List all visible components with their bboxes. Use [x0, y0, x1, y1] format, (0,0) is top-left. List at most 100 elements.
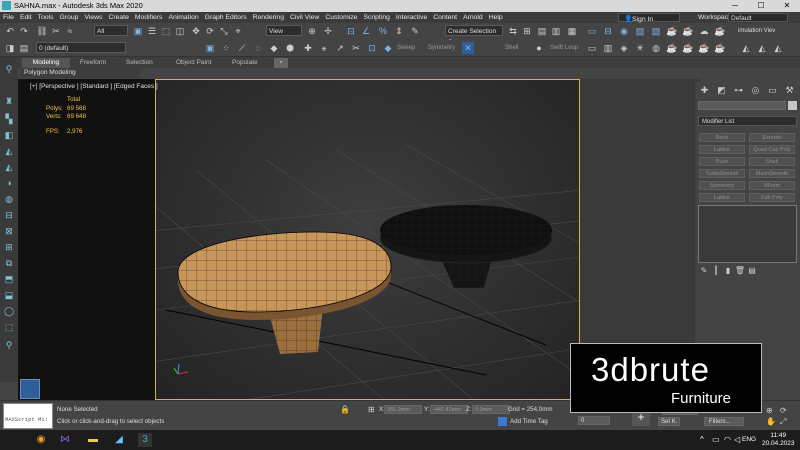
maximize-viewport-icon[interactable]: ⤢: [780, 417, 786, 427]
menu-views[interactable]: Views: [81, 12, 105, 23]
track-view-icon[interactable]: ▥: [602, 42, 614, 54]
show-end-result-icon[interactable]: ┃: [710, 266, 722, 275]
modifier-list-dropdown[interactable]: Modifier List: [698, 116, 797, 126]
minimize-button[interactable]: ─: [722, 0, 748, 12]
select-place-icon[interactable]: ⌖: [232, 25, 244, 37]
perspective-viewport[interactable]: [155, 79, 580, 400]
modifier-meshsmooth-button[interactable]: MeshSmooth: [749, 169, 795, 178]
x-coordinate-field[interactable]: 281,3mm: [384, 405, 422, 414]
bind-space-warp-icon[interactable]: ≈: [64, 25, 76, 37]
render-teapot-4-icon[interactable]: ☕: [714, 42, 726, 54]
select-move-icon[interactable]: ✥: [190, 25, 202, 37]
create-tab-icon[interactable]: ✚: [698, 84, 711, 96]
tab-freeform[interactable]: Freeform: [80, 58, 106, 68]
connect-icon[interactable]: ⚹: [318, 42, 330, 54]
redo-icon[interactable]: ↷: [18, 25, 30, 37]
pivot-center-icon[interactable]: ⊕: [306, 25, 318, 37]
symmetry-button[interactable]: Symmetry: [428, 43, 455, 54]
align-icon[interactable]: ⊞: [521, 25, 533, 37]
maximize-button[interactable]: ☐: [748, 0, 774, 12]
maxscript-listener[interactable]: MAXScript Mi:: [3, 403, 53, 429]
bridge-icon[interactable]: ⊡: [366, 42, 378, 54]
tab-object-paint[interactable]: Object Paint: [176, 58, 211, 68]
set-key-button[interactable]: Set K.: [658, 417, 680, 426]
workspace-select[interactable]: Default: [728, 13, 788, 22]
extrude-icon[interactable]: ↗: [334, 42, 346, 54]
pan-icon[interactable]: ✋: [766, 417, 776, 426]
menu-help[interactable]: Help: [486, 12, 506, 23]
volume-icon[interactable]: ◁: [734, 435, 740, 444]
shell-button[interactable]: Shell: [505, 43, 518, 54]
create-lamp-icon[interactable]: ⚲: [3, 63, 15, 75]
paint-deform-icon[interactable]: ◧: [3, 129, 15, 141]
mirror-icon[interactable]: ⇆: [507, 25, 519, 37]
step-icon[interactable]: ⬚: [3, 321, 15, 333]
pinch-icon[interactable]: ⊠: [3, 225, 15, 237]
layer-dropdown[interactable]: 0 (default): [36, 42, 126, 53]
modifier-push-button[interactable]: Push: [699, 157, 745, 166]
modifier-edit-poly-button[interactable]: Edit Poly: [749, 193, 795, 202]
undo-icon[interactable]: ↶: [4, 25, 16, 37]
menu-animation[interactable]: Animation: [165, 12, 201, 23]
z-coordinate-field[interactable]: 0,0mm: [472, 405, 510, 414]
material-editor-icon[interactable]: ◉: [618, 25, 630, 37]
visual-studio-icon[interactable]: ⋈: [58, 433, 72, 447]
ribbon-options-icon[interactable]: ▪: [274, 58, 288, 68]
modifier-turbosmooth-button[interactable]: TurboSmooth: [699, 169, 745, 178]
table-model-wood[interactable]: [177, 231, 392, 354]
sub-object-vertex-icon[interactable]: ⁘: [220, 42, 232, 54]
select-paint-icon[interactable]: ⬒: [3, 273, 15, 285]
render-in-cloud-icon[interactable]: ☁: [698, 25, 710, 37]
close-button[interactable]: ✕: [774, 0, 800, 12]
menu-file[interactable]: File: [0, 12, 17, 23]
menu-group[interactable]: Group: [57, 12, 82, 23]
orbit-icon[interactable]: ⟳: [780, 406, 787, 415]
curve-editor-icon[interactable]: ▭: [586, 25, 598, 37]
modify-tab-icon[interactable]: ◩: [715, 84, 728, 96]
loop-icon[interactable]: ◯: [3, 305, 15, 317]
menu-content[interactable]: Content: [430, 12, 460, 23]
angle-snap-icon[interactable]: ∠: [360, 25, 372, 37]
network-icon[interactable]: ▭: [712, 435, 720, 444]
ribbon-sub-label[interactable]: Polygon Modeling: [24, 69, 76, 76]
tab-populate[interactable]: Populate: [232, 58, 258, 68]
edit-named-sets-icon[interactable]: ✎: [409, 25, 421, 37]
add-time-tag-button[interactable]: Add Time Tag: [510, 418, 548, 425]
modifier-xform-button[interactable]: XForm: [749, 181, 795, 190]
select-object-icon[interactable]: ▣: [132, 25, 144, 37]
tab-modeling[interactable]: Modeling: [22, 58, 70, 68]
shift-icon[interactable]: ◭: [3, 145, 15, 157]
render-production-icon[interactable]: ☕: [666, 25, 678, 37]
menu-interactive[interactable]: Interactive: [393, 12, 430, 23]
modifier-bend-button[interactable]: Bend: [699, 133, 745, 142]
smudge-icon[interactable]: ◭: [3, 161, 15, 173]
flatten-icon[interactable]: ◑: [3, 177, 15, 189]
sweep-button[interactable]: Sweep: [397, 43, 415, 54]
zoom-all-icon[interactable]: ⊕: [766, 406, 773, 415]
reference-coordinate-dropdown[interactable]: View: [266, 25, 302, 36]
menu-edit[interactable]: Edit: [17, 12, 35, 23]
modifier-lattice-2-button[interactable]: Lattice: [699, 193, 745, 202]
unlink-icon[interactable]: ✂: [50, 25, 62, 37]
pin-stack-icon[interactable]: ✎: [698, 266, 710, 275]
modifier-quad-cap-poly-button[interactable]: Quad Cap Poly: [749, 145, 795, 154]
absolute-mode-icon[interactable]: ⊞: [368, 405, 375, 414]
wire-parameters-icon[interactable]: ▭: [586, 42, 598, 54]
arnold-render-icon[interactable]: ◭: [756, 42, 768, 54]
sub-object-edge-icon[interactable]: ⟋: [236, 42, 248, 54]
lock-selection-icon[interactable]: 🔒: [340, 405, 350, 414]
quickslice-icon[interactable]: ✚: [302, 42, 314, 54]
link-icon[interactable]: ⛓: [36, 25, 48, 37]
motion-tab-icon[interactable]: ◎: [749, 84, 762, 96]
render-teapot-2-icon[interactable]: ☕: [682, 42, 694, 54]
toggle-scene-explorer-icon[interactable]: ▤: [536, 25, 548, 37]
object-paint-icon[interactable]: ⧉: [3, 257, 15, 269]
arnold-settings-icon[interactable]: ◭: [772, 42, 784, 54]
remove-modifier-icon[interactable]: 🗑: [734, 266, 746, 275]
menu-modifiers[interactable]: Modifiers: [132, 12, 166, 23]
menu-tools[interactable]: Tools: [35, 12, 57, 23]
rendered-frame-window-icon[interactable]: ▧: [650, 25, 662, 37]
display-tab-icon[interactable]: ▭: [766, 84, 779, 96]
menu-scripting[interactable]: Scripting: [360, 12, 392, 23]
xview-icon[interactable]: ✕: [462, 42, 474, 54]
